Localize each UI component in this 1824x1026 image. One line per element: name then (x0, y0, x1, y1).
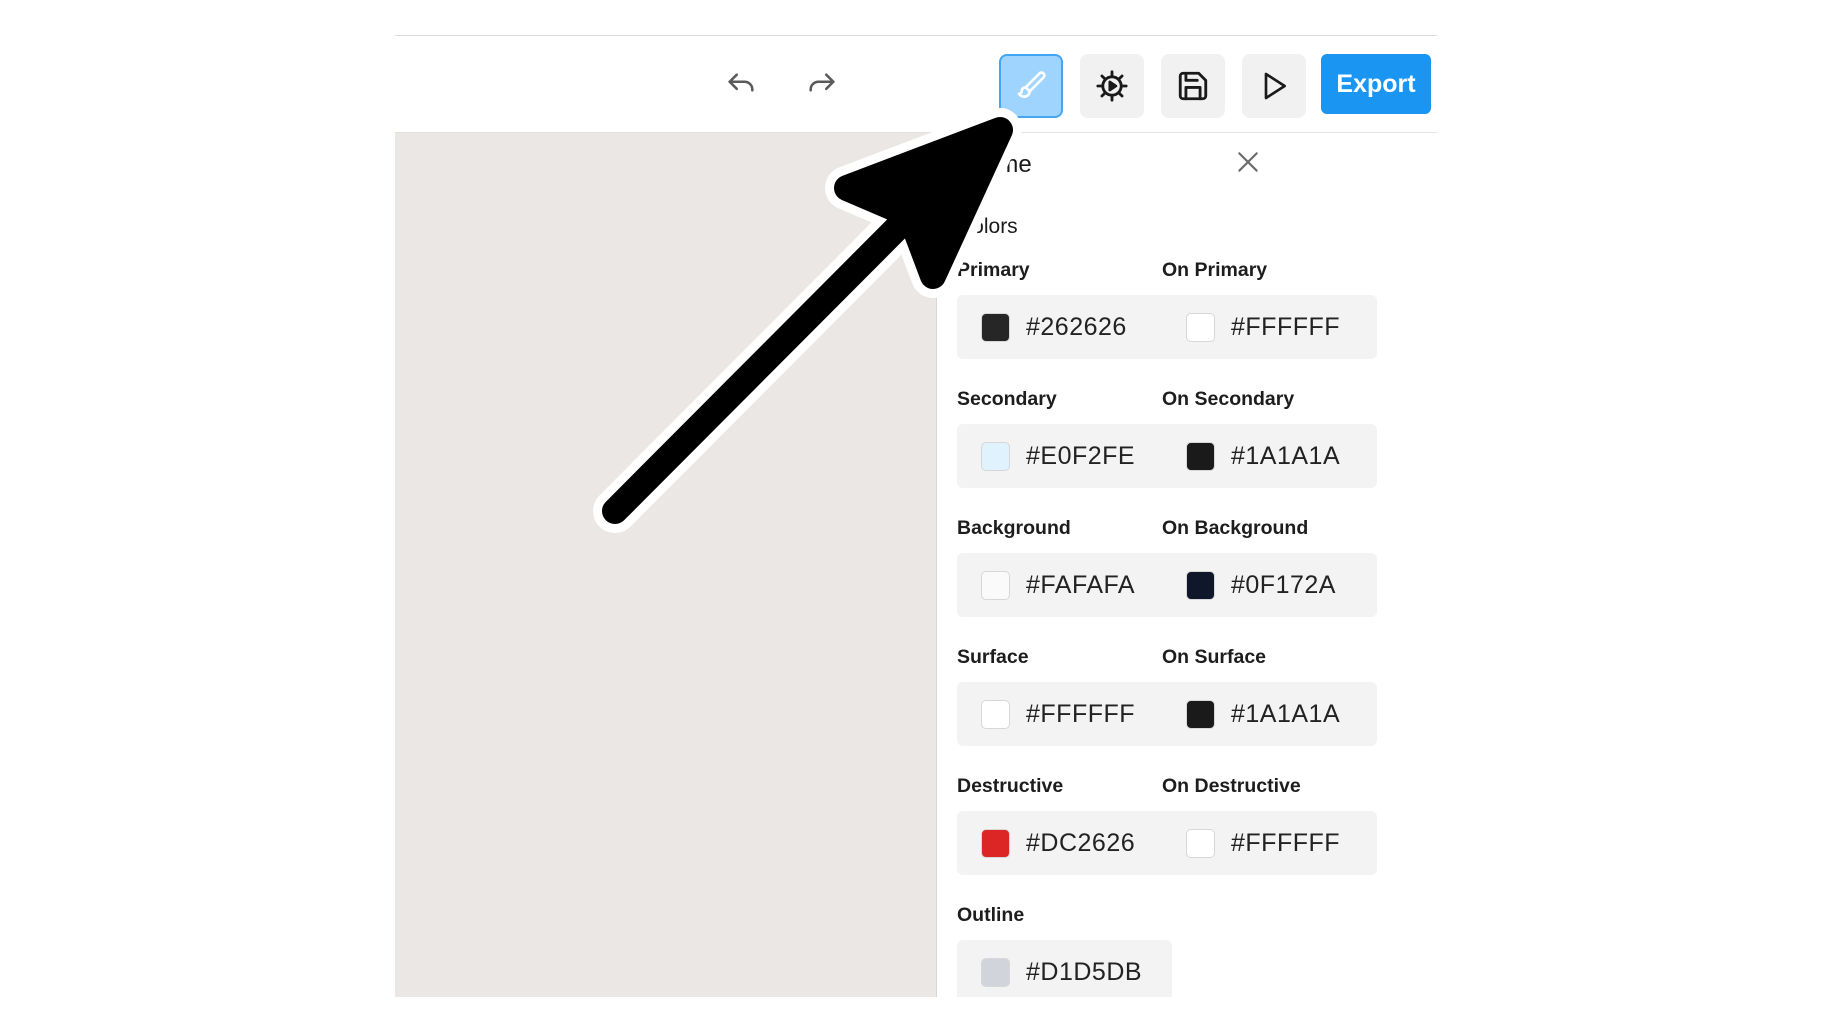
color-field[interactable]: #FFFFFF (957, 682, 1172, 746)
color-swatch[interactable] (1186, 828, 1215, 858)
color-label: On Background (1162, 517, 1309, 539)
color-hex-value[interactable]: #1A1A1A (1231, 700, 1340, 729)
gear-play-icon (1096, 70, 1128, 102)
color-label: Background (957, 517, 1071, 539)
color-swatch[interactable] (1186, 441, 1215, 471)
color-hex-value[interactable]: #FFFFFF (1231, 313, 1340, 342)
undo-button[interactable] (709, 54, 773, 118)
play-icon (1264, 72, 1286, 100)
color-label: On Secondary (1162, 388, 1295, 410)
color-swatch[interactable] (981, 441, 1010, 471)
color-field[interactable]: #0F172A (1162, 553, 1377, 617)
close-icon (1238, 152, 1258, 172)
export-button[interactable]: Export (1321, 54, 1431, 114)
colors-section-label: Colors (957, 215, 1018, 238)
panel-title: Theme (957, 151, 1032, 178)
color-hex-value[interactable]: #1A1A1A (1231, 442, 1340, 471)
close-panel-button[interactable] (1235, 149, 1261, 180)
theme-panel: Theme Colors Primary #262626 On Primary #FF… (937, 133, 1437, 997)
toolbar: Export (395, 36, 1437, 133)
color-swatch[interactable] (1186, 699, 1215, 729)
color-field[interactable]: #FFFFFF (1162, 811, 1377, 875)
design-canvas[interactable] (395, 133, 937, 997)
color-swatch[interactable] (981, 828, 1010, 858)
color-hex-value[interactable]: #262626 (1026, 313, 1127, 342)
color-field[interactable]: #1A1A1A (1162, 682, 1377, 746)
color-swatch[interactable] (981, 957, 1010, 987)
color-field[interactable]: #D1D5DB (957, 940, 1172, 997)
color-field[interactable]: #FAFAFA (957, 553, 1172, 617)
color-field[interactable]: #1A1A1A (1162, 424, 1377, 488)
color-label: Destructive (957, 775, 1064, 797)
color-hex-value[interactable]: #FFFFFF (1026, 700, 1135, 729)
color-field[interactable]: #DC2626 (957, 811, 1172, 875)
color-field[interactable]: #262626 (957, 295, 1172, 359)
color-hex-value[interactable]: #0F172A (1231, 571, 1336, 600)
save-button[interactable] (1161, 54, 1225, 118)
color-swatch[interactable] (981, 699, 1010, 729)
color-field[interactable]: #E0F2FE (957, 424, 1172, 488)
redo-button[interactable] (790, 54, 854, 118)
color-field[interactable]: #FFFFFF (1162, 295, 1377, 359)
color-swatch[interactable] (981, 312, 1010, 342)
floppy-disk-icon (1178, 71, 1208, 101)
theme-button[interactable] (999, 54, 1063, 118)
undo-icon (728, 73, 754, 92)
color-hex-value[interactable]: #FAFAFA (1026, 571, 1135, 600)
color-label: On Destructive (1162, 775, 1301, 797)
color-swatch[interactable] (981, 570, 1010, 600)
color-hex-value[interactable]: #DC2626 (1026, 829, 1135, 858)
color-label: Secondary (957, 388, 1057, 410)
color-hex-value[interactable]: #D1D5DB (1026, 958, 1142, 987)
color-label: Surface (957, 646, 1029, 668)
color-label: Outline (957, 904, 1025, 926)
paintbrush-icon (1017, 71, 1046, 98)
color-label: Primary (957, 259, 1030, 281)
color-label: On Primary (1162, 259, 1268, 281)
color-hex-value[interactable]: #E0F2FE (1026, 442, 1135, 471)
redo-icon (809, 73, 835, 92)
settings-button[interactable] (1080, 54, 1144, 118)
color-swatch[interactable] (1186, 312, 1215, 342)
color-swatch[interactable] (1186, 570, 1215, 600)
app-window: Export Theme Colors Primary #262626 On Pri… (395, 35, 1437, 997)
color-hex-value[interactable]: #FFFFFF (1231, 829, 1340, 858)
preview-button[interactable] (1242, 54, 1306, 118)
color-label: On Surface (1162, 646, 1267, 668)
